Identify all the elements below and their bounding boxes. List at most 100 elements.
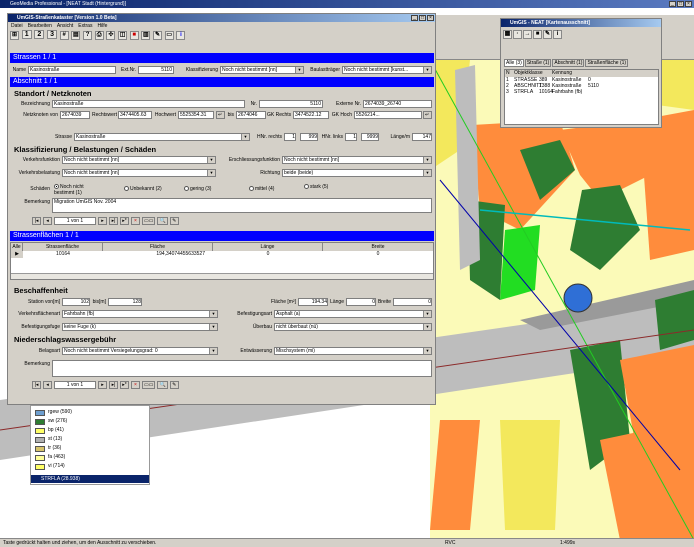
- delete-record-button[interactable]: ×: [131, 381, 140, 389]
- desktop-window-buttons[interactable]: _ □ ×: [669, 1, 692, 7]
- tab-strassenflaeche[interactable]: Straßenfläche (1): [585, 59, 629, 67]
- hnr-links-to[interactable]: 9999: [361, 133, 379, 141]
- help-icon[interactable]: ?: [83, 31, 93, 40]
- baulast-select[interactable]: Noch nicht bestimmt [kunst...: [342, 66, 432, 74]
- last-record-button[interactable]: ▸|: [109, 381, 118, 389]
- tab-alle[interactable]: Alle (3): [504, 59, 524, 67]
- network-icon[interactable]: ⊞: [10, 31, 19, 40]
- grid-icon[interactable]: ▦: [503, 30, 512, 39]
- klassifizierung-select[interactable]: Noch nicht bestimmt [nn]: [220, 66, 304, 74]
- strasse-select[interactable]: Kasinostraße: [74, 133, 250, 141]
- bezeichnung-field[interactable]: Kasinostraße: [52, 100, 245, 108]
- befestigungsart-select[interactable]: Asphalt (a): [274, 310, 432, 318]
- minimize-icon[interactable]: _: [669, 1, 676, 7]
- info-icon[interactable]: i: [176, 31, 186, 40]
- info-icon[interactable]: i: [553, 30, 562, 39]
- gk-hoch-field[interactable]: 5526214...: [354, 111, 422, 119]
- hochwert-field[interactable]: 5525354.31: [178, 111, 214, 119]
- hnr-links-from[interactable]: 1: [345, 133, 357, 141]
- copy-button[interactable]: ▭▭: [142, 217, 156, 225]
- copy-button[interactable]: ▭▭: [142, 381, 156, 389]
- binoculars-icon[interactable]: #: [59, 31, 69, 40]
- search-icon[interactable]: 🔍: [157, 217, 168, 225]
- col-n[interactable]: N: [505, 70, 514, 77]
- col-objektklasse[interactable]: Objektklasse: [514, 70, 552, 77]
- table-icon[interactable]: ▤: [71, 31, 81, 40]
- next-record-button[interactable]: ▸: [98, 217, 107, 225]
- radio-noch-nicht[interactable]: Noch nicht bestimmt (1): [54, 184, 92, 196]
- name-field[interactable]: Kasinostraße: [28, 66, 116, 74]
- verkehrsflaechenart-select[interactable]: Fahrbahn (fb): [62, 310, 218, 318]
- nr-field[interactable]: 5110: [259, 100, 323, 108]
- legend-item[interactable]: vi (714): [35, 462, 72, 471]
- arrow-icon[interactable]: →: [523, 30, 532, 39]
- col-flaeche[interactable]: Fläche: [103, 243, 213, 251]
- befestigungsfuge-select[interactable]: keine Fuge (k): [62, 323, 218, 331]
- belagsart-select[interactable]: Noch nicht bestimmt Versiegelungsgrad: 0: [62, 347, 218, 355]
- delete-record-button[interactable]: ×: [131, 217, 140, 225]
- legend-item[interactable]: sw (276): [35, 417, 72, 426]
- von-picker-button[interactable]: ↵: [216, 111, 225, 119]
- legend-item[interactable]: rgew (590): [35, 408, 72, 417]
- main-form-window-buttons[interactable]: _ □ ×: [411, 15, 434, 21]
- edit-icon[interactable]: ✎: [169, 381, 179, 389]
- new-record-button[interactable]: ▸*: [120, 381, 129, 389]
- prev-record-button[interactable]: ◂: [43, 217, 52, 225]
- menu-item[interactable]: Bearbeiten: [28, 23, 52, 29]
- maximize-icon[interactable]: □: [677, 1, 684, 7]
- menu-item[interactable]: Extras: [78, 23, 92, 29]
- edit-icon[interactable]: ✎: [543, 30, 552, 39]
- radio-gering[interactable]: gering (3): [184, 186, 211, 192]
- close-icon[interactable]: ×: [685, 1, 692, 7]
- folder-icon[interactable]: ▭: [164, 31, 174, 40]
- menu-item[interactable]: Ansicht: [57, 23, 73, 29]
- legend-item[interactable]: tr (36): [35, 444, 72, 453]
- horizontal-scrollbar[interactable]: [11, 273, 433, 279]
- station-von-field[interactable]: 102: [62, 298, 90, 306]
- extnr-field[interactable]: 5110: [138, 66, 174, 74]
- first-record-button[interactable]: |◂: [32, 217, 41, 225]
- tab-strasse[interactable]: Straße (1): [524, 59, 552, 67]
- minimize-icon[interactable]: _: [411, 15, 418, 21]
- stop-icon[interactable]: ■: [129, 31, 139, 40]
- gk-rechts-field[interactable]: 3474522.12: [293, 111, 329, 119]
- new-record-button[interactable]: ▸*: [120, 217, 129, 225]
- close-icon[interactable]: ×: [427, 15, 434, 21]
- menu-item[interactable]: Datei: [11, 23, 23, 29]
- radio-stark[interactable]: stark (5): [304, 184, 330, 190]
- view-1-button[interactable]: 1: [21, 30, 32, 39]
- layers-icon[interactable]: ▥: [141, 31, 151, 40]
- bis-picker-button[interactable]: ↵: [423, 111, 432, 119]
- externe-nr-field[interactable]: 2674039_26740: [363, 100, 432, 108]
- view-2-button[interactable]: 2: [34, 30, 45, 39]
- print-icon[interactable]: ⎙: [94, 31, 104, 40]
- ueberbau-select[interactable]: nicht überbaut (nü): [274, 323, 432, 331]
- settings-icon[interactable]: ✣: [106, 31, 116, 40]
- maximize-icon[interactable]: □: [419, 15, 426, 21]
- radio-unbekannt[interactable]: Unbekannt (2): [124, 186, 162, 192]
- prev-record-button[interactable]: ◂: [43, 381, 52, 389]
- col-laenge[interactable]: Länge: [213, 243, 323, 251]
- legend-item[interactable]: fa (463): [35, 453, 72, 462]
- legend-item[interactable]: bp (41): [35, 426, 72, 435]
- col-breite[interactable]: Breite: [323, 243, 433, 251]
- object-list-row[interactable]: 3 STRFLA 10164 Fahrbahn (fb): [505, 89, 658, 95]
- view-3-button[interactable]: 3: [47, 30, 58, 39]
- hnr-rechts-from[interactable]: 1: [284, 133, 296, 141]
- hnr-rechts-to[interactable]: 999: [300, 133, 318, 141]
- col-kennung[interactable]: Kennung: [552, 70, 592, 77]
- laenge-field[interactable]: 147: [412, 133, 432, 141]
- map-icon[interactable]: ◫: [118, 31, 128, 40]
- menu-item[interactable]: Hilfe: [97, 23, 107, 29]
- stop-icon[interactable]: ■: [533, 30, 542, 39]
- netzknoten-bis-field[interactable]: 2674046: [236, 111, 266, 119]
- rechtswert-field[interactable]: 3474405.63: [118, 111, 152, 119]
- edit-icon[interactable]: ✎: [169, 217, 179, 225]
- richtung-select[interactable]: beide (beide): [282, 169, 432, 177]
- edit-icon[interactable]: ✎: [153, 31, 163, 40]
- station-bis-field[interactable]: 128: [108, 298, 142, 306]
- col-strassenflaeche[interactable]: Strassenfläche: [23, 243, 103, 251]
- flaeche-field[interactable]: 194.34: [298, 298, 328, 306]
- col-alle[interactable]: Alle: [11, 243, 23, 251]
- search-icon[interactable]: 🔍: [157, 381, 168, 389]
